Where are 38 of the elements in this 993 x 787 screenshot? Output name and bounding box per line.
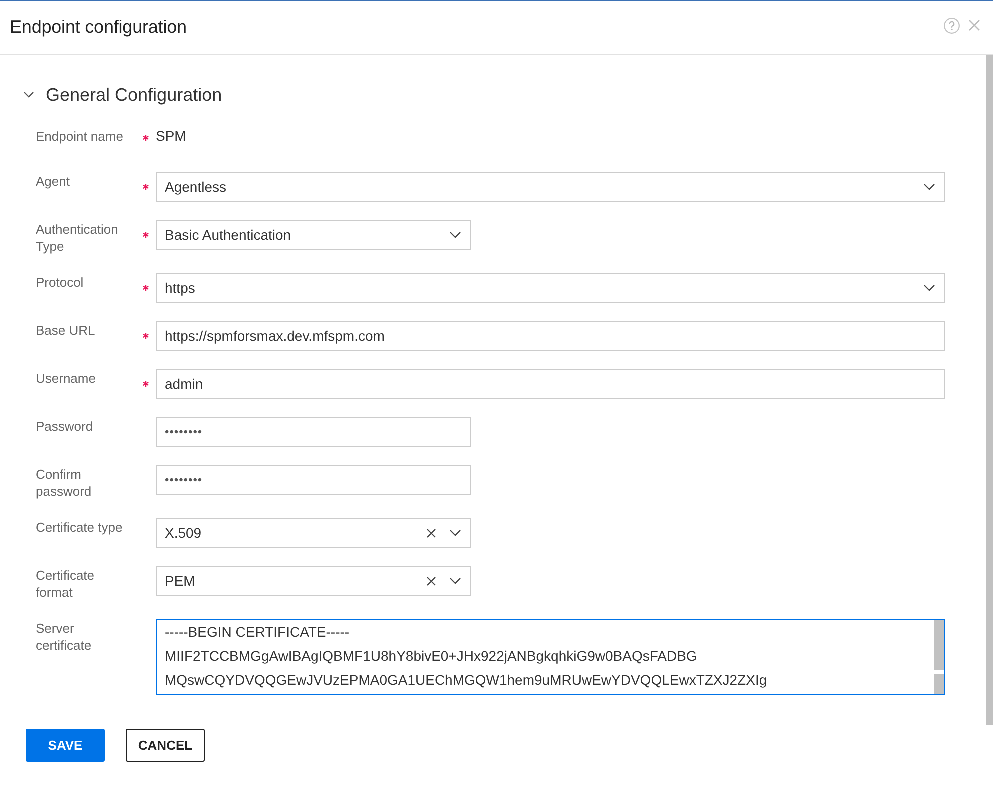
clear-icon[interactable] bbox=[427, 576, 436, 586]
chevron-down-icon bbox=[450, 530, 461, 536]
scrollbar-thumb[interactable] bbox=[986, 55, 993, 725]
scrollbar-track[interactable] bbox=[934, 674, 944, 694]
text-input[interactable]: admin bbox=[156, 369, 945, 399]
field-label: Username bbox=[36, 370, 96, 387]
field-label: Certificate type bbox=[36, 519, 123, 536]
chevron-down-icon bbox=[924, 184, 935, 190]
help-icon[interactable] bbox=[944, 18, 960, 34]
field-label: Agent bbox=[36, 173, 70, 190]
text-input[interactable]: https://spmforsmax.dev.mfspm.com bbox=[156, 321, 945, 351]
dropdown[interactable]: https bbox=[156, 273, 945, 303]
field-label: Server certificate bbox=[36, 620, 93, 654]
section-toggle[interactable]: General Configuration bbox=[23, 84, 222, 106]
dropdown[interactable]: X.509 bbox=[156, 518, 471, 548]
dialog-title: Endpoint configuration bbox=[10, 17, 187, 38]
save-button[interactable]: SAVE bbox=[26, 729, 105, 762]
dropdown[interactable]: PEM bbox=[156, 566, 471, 596]
chevron-down-icon bbox=[924, 285, 935, 291]
field-label: Certificate format bbox=[36, 567, 96, 601]
dropdown[interactable]: Agentless bbox=[156, 172, 945, 202]
field-label: Password bbox=[36, 418, 94, 435]
password-input[interactable]: •••••••• bbox=[156, 417, 471, 447]
clear-icon[interactable] bbox=[427, 528, 436, 538]
close-icon[interactable] bbox=[969, 20, 980, 31]
field-label: Authentication Type bbox=[36, 221, 120, 255]
chevron-down-icon bbox=[450, 232, 461, 238]
field-value: SPM bbox=[156, 127, 186, 145]
dropdown[interactable]: Basic Authentication bbox=[156, 220, 471, 250]
field-label: Protocol bbox=[36, 274, 84, 291]
field-label: Confirm password bbox=[36, 466, 93, 500]
cancel-button[interactable]: CANCEL bbox=[126, 729, 205, 762]
password-input[interactable]: •••••••• bbox=[156, 465, 471, 495]
chevron-down-icon bbox=[450, 578, 461, 584]
certificate-textarea[interactable]: -----BEGIN CERTIFICATE----- MIIF2TCCBMGgAwIBAgIQBMF1U8hY8bivE0+JHx922jANBgkqhkiG9w0BAQsFADBG MQswCQYDVQQGEwJVUzEPMA0GA1UEChMGQW1hem9uMRUwEwYDVQQLEwxTZXJ2ZXIg bbox=[156, 619, 945, 695]
field-label: Base URL bbox=[36, 322, 96, 339]
scrollbar-thumb[interactable] bbox=[934, 620, 944, 670]
field-label: Endpoint name bbox=[36, 128, 124, 145]
